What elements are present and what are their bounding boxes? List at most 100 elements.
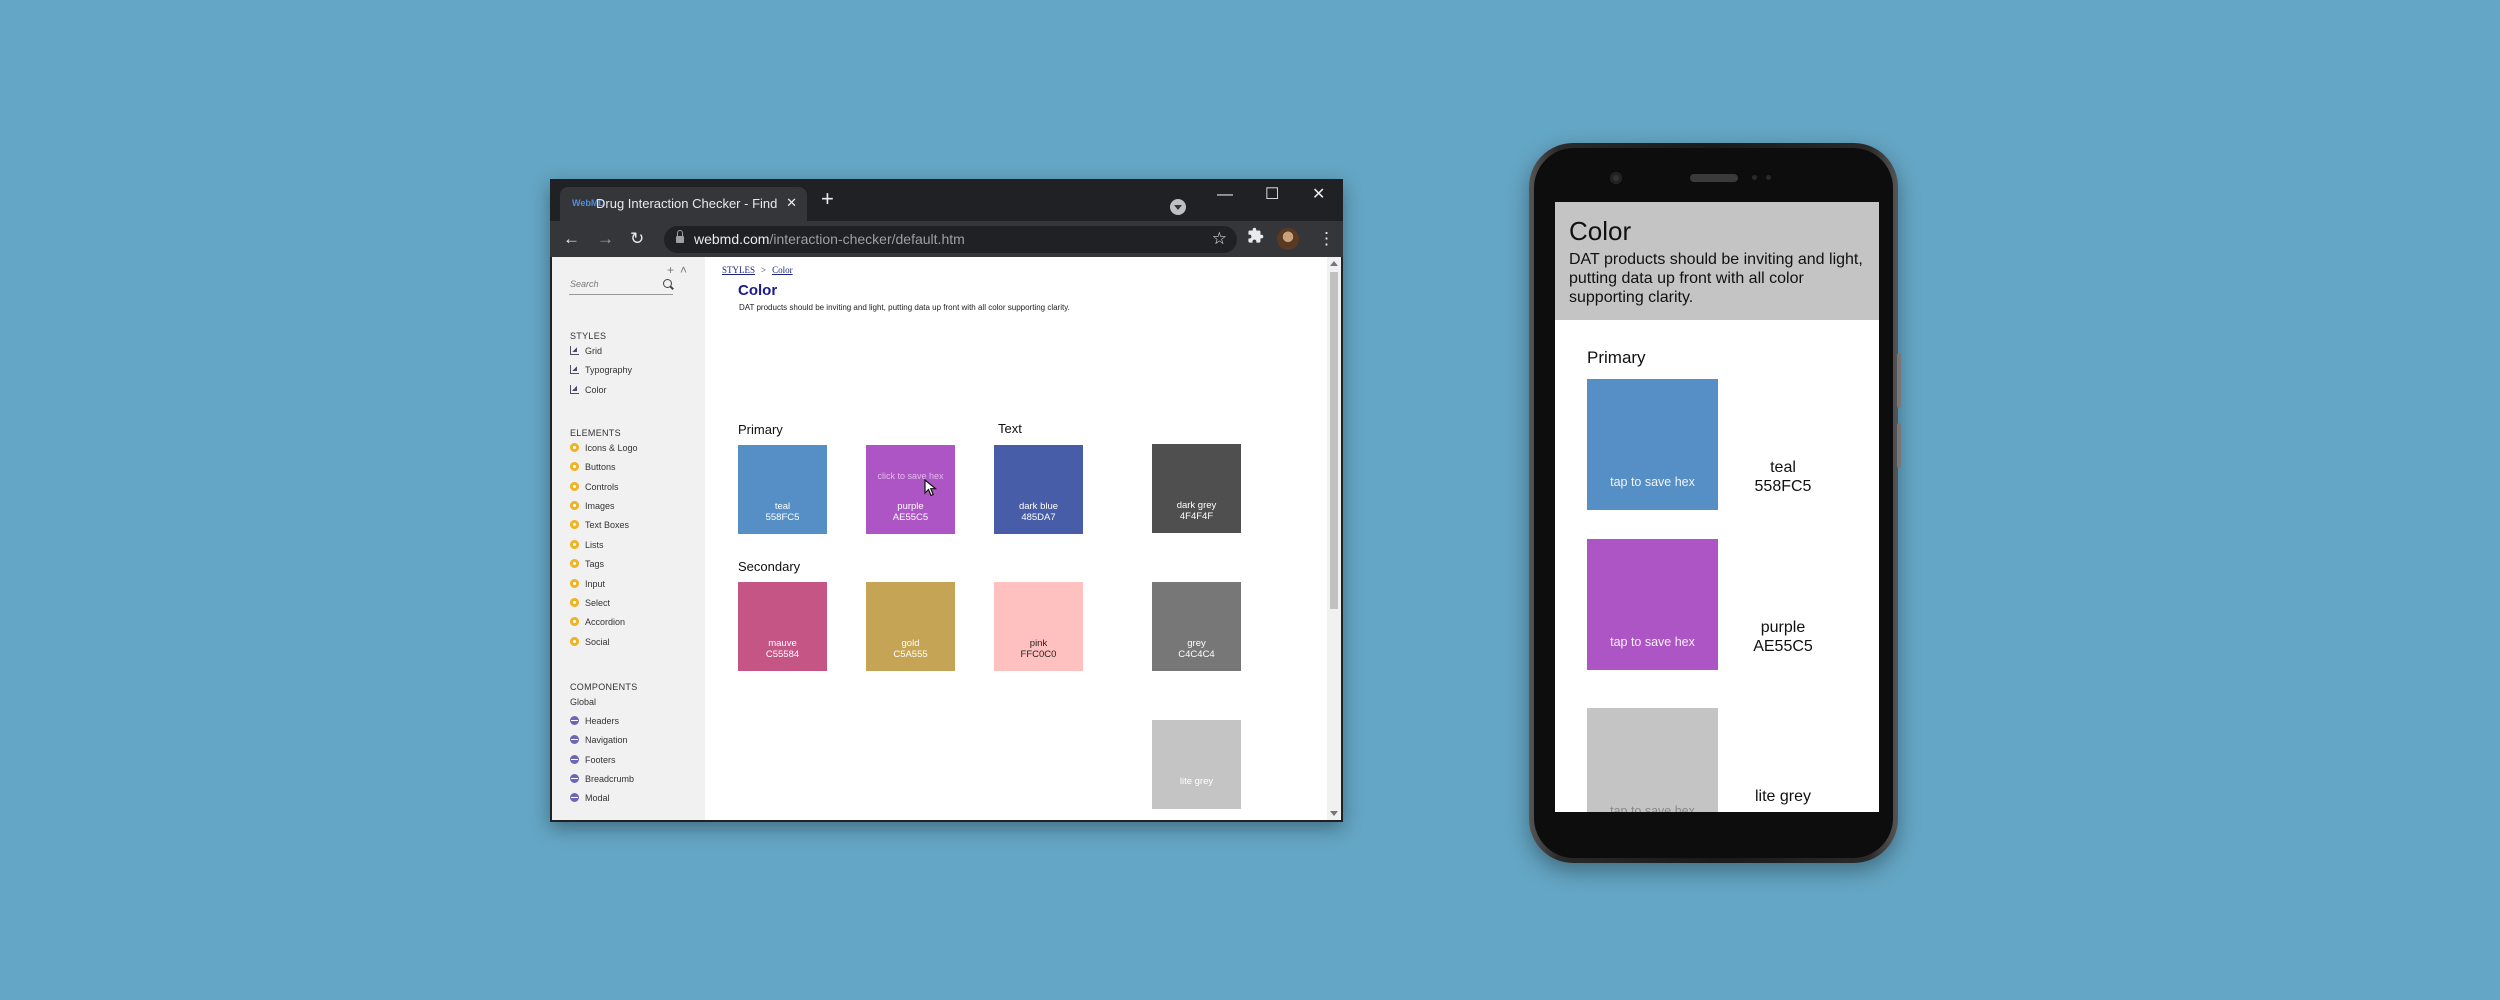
swatch-dark-grey[interactable]: dark grey 4F4F4F (1152, 444, 1241, 533)
sidebar-item-images[interactable]: Images (570, 499, 615, 513)
globe-icon (570, 716, 579, 725)
tab-title: Drug Interaction Checker - Find I (596, 196, 778, 211)
power-button (1897, 423, 1901, 468)
swatch-name: mauve (768, 638, 797, 649)
tap-to-save-hint: tap to save hex (1610, 475, 1695, 489)
swatch-name: teal (774, 501, 791, 512)
sidebar-item-modal[interactable]: Modal (570, 791, 610, 805)
phone-speaker (1690, 174, 1738, 182)
page-viewport: +˄ Search STYLES Grid Typography Color E… (552, 257, 1341, 820)
mobile-swatch-label-teal: teal 558FC5 (1754, 459, 1812, 495)
scroll-down-arrow-icon[interactable] (1330, 811, 1338, 816)
more-menu-icon[interactable]: ⋮ (1318, 228, 1335, 250)
swatch-hex: 4F4F4F (1179, 511, 1214, 522)
swatch-grey[interactable]: grey C4C4C4 (1152, 582, 1241, 671)
gear-icon (570, 598, 579, 607)
swatch-name: pink (1029, 638, 1048, 649)
sidebar-item-buttons[interactable]: Buttons (570, 460, 616, 474)
primary-label: Primary (738, 422, 783, 437)
sidebar-toggle-icons[interactable]: +˄ (667, 263, 693, 277)
swatch-hex: 485DA7 (1021, 512, 1056, 523)
sidebar-item-lists[interactable]: Lists (570, 538, 604, 552)
sidebar-item-grid[interactable]: Grid (570, 344, 602, 358)
sidebar-search-input[interactable]: Search (569, 279, 673, 295)
gear-icon (570, 520, 579, 529)
sidebar-subheading-global[interactable]: Global (570, 695, 596, 709)
sidebar-item-typography[interactable]: Typography (570, 363, 632, 377)
extensions-puzzle-icon[interactable] (1247, 227, 1264, 250)
swatch-hex: C55584 (765, 649, 800, 660)
url-text[interactable]: webmd.com/interaction-checker/default.ht… (694, 231, 965, 248)
sidebar-item-breadcrumb[interactable]: Breadcrumb (570, 772, 634, 786)
globe-icon (570, 755, 579, 764)
sidebar-item-color[interactable]: Color (570, 383, 607, 397)
swatch-gold[interactable]: gold C5A555 (866, 582, 955, 671)
mobile-swatch-label-purple: purple AE55C5 (1753, 619, 1813, 655)
tab-close-icon[interactable]: ✕ (786, 195, 797, 211)
swatch-lite-grey[interactable]: lite grey (1152, 720, 1241, 809)
scroll-thumb[interactable] (1330, 272, 1338, 609)
gear-icon (570, 579, 579, 588)
swatch-dark-blue[interactable]: dark blue 485DA7 (994, 445, 1083, 534)
search-icon[interactable] (663, 279, 672, 288)
browser-tab[interactable]: WebMD Drug Interaction Checker - Find I … (560, 187, 807, 221)
swatch-name: gold (901, 638, 920, 649)
breadcrumb-color-link[interactable]: Color (772, 265, 793, 275)
mouse-cursor-icon (924, 478, 938, 500)
swatch-purple[interactable]: click to save hex purple AE55C5 (866, 445, 955, 534)
swatch-name: lite grey (1179, 776, 1214, 787)
gear-icon (570, 501, 579, 510)
mobile-header: Color DAT products should be inviting an… (1555, 202, 1879, 320)
sidebar-item-footers[interactable]: Footers (570, 753, 616, 767)
mobile-swatch-label-lite-grey: lite grey (1754, 788, 1812, 805)
swatch-mauve[interactable]: mauve C55584 (738, 582, 827, 671)
main-content: STYLES > Color Color DAT products should b… (705, 257, 1325, 820)
address-bar[interactable]: webmd.com/interaction-checker/default.ht… (664, 226, 1237, 253)
reload-button[interactable]: ↻ (630, 228, 644, 250)
mobile-swatch-lite-grey[interactable]: tap to save hex (1587, 708, 1718, 812)
bookmark-star-icon[interactable]: ☆ (1212, 229, 1227, 249)
phone-sensor (1766, 175, 1771, 180)
forward-button[interactable]: → (597, 228, 614, 250)
search-placeholder: Search (570, 279, 599, 289)
mobile-page-title: Color (1569, 216, 1632, 246)
swatch-hex: 558FC5 (765, 512, 800, 523)
tap-to-save-hint: tap to save hex (1610, 635, 1695, 649)
maximize-button[interactable]: ☐ (1265, 185, 1279, 205)
swatch-hex: C5A555 (893, 649, 928, 660)
new-tab-button[interactable]: + (821, 188, 834, 210)
page-scrollbar[interactable] (1327, 257, 1341, 820)
phone-screen: Color DAT products should be inviting an… (1555, 202, 1879, 812)
mobile-swatch-teal[interactable]: tap to save hex (1587, 379, 1718, 510)
sidebar-item-headers[interactable]: Headers (570, 714, 619, 728)
sidebar-section-styles: STYLES (570, 331, 607, 341)
sidebar-item-navigation[interactable]: Navigation (570, 733, 628, 747)
swatch-hex: AE55C5 (892, 512, 929, 523)
swatch-teal[interactable]: teal 558FC5 (738, 445, 827, 534)
sidebar-item-input[interactable]: Input (570, 577, 605, 591)
close-window-button[interactable]: ✕ (1312, 185, 1325, 205)
sidebar-item-text-boxes[interactable]: Text Boxes (570, 518, 629, 532)
mobile-swatch-purple[interactable]: tap to save hex (1587, 539, 1718, 670)
secondary-label: Secondary (738, 559, 801, 574)
sidebar-item-icons-logo[interactable]: Icons & Logo (570, 441, 638, 455)
sidebar-item-accordion[interactable]: Accordion (570, 615, 625, 629)
scroll-up-arrow-icon[interactable] (1330, 261, 1338, 266)
minimize-button[interactable]: — (1217, 185, 1233, 205)
chart-icon (570, 346, 579, 355)
sidebar-item-tags[interactable]: Tags (570, 557, 604, 571)
swatch-name: dark blue (1018, 501, 1059, 512)
swatch-pink[interactable]: pink FFC0C0 (994, 582, 1083, 671)
volume-button (1897, 353, 1901, 408)
sidebar-item-controls[interactable]: Controls (570, 480, 619, 494)
swatch-hex: C4C4C4 (1178, 649, 1215, 660)
sidebar-item-social[interactable]: Social (570, 635, 610, 649)
breadcrumb-styles-link[interactable]: STYLES (722, 265, 755, 275)
swatch-name: purple (897, 501, 924, 512)
sidebar-item-select[interactable]: Select (570, 596, 610, 610)
profile-avatar[interactable] (1277, 228, 1299, 250)
media-control-icon[interactable] (1170, 199, 1186, 215)
back-button[interactable]: ← (563, 228, 580, 250)
gear-icon (570, 482, 579, 491)
breadcrumb: STYLES > Color (722, 265, 793, 275)
